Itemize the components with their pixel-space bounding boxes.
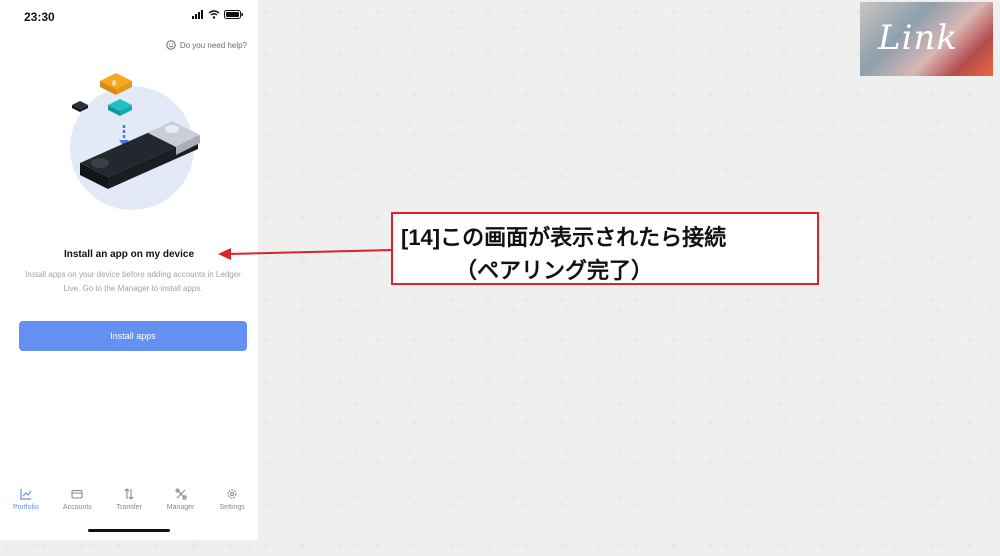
annotation-line-2: （ペアリング完了） bbox=[455, 258, 654, 283]
empty-state-title: Install an app on my device bbox=[63, 249, 195, 260]
tab-accounts[interactable]: Accounts bbox=[52, 488, 104, 522]
wallet-icon bbox=[71, 489, 83, 499]
help-link[interactable]: Do you need help? bbox=[166, 40, 247, 50]
face-support-icon bbox=[166, 40, 176, 50]
wifi-icon bbox=[208, 10, 220, 19]
annotation-line-1: [14]この画面が表示されたら接続 bbox=[401, 225, 727, 250]
battery-icon bbox=[224, 10, 243, 19]
arrows-transfer-icon bbox=[124, 488, 134, 500]
status-icons bbox=[192, 10, 244, 19]
tab-label: Portfolio bbox=[12, 504, 39, 511]
help-label: Do you need help? bbox=[179, 40, 247, 50]
status-bar: 23:30 bbox=[0, 0, 258, 30]
home-indicator bbox=[88, 529, 170, 532]
tab-label: Settings bbox=[219, 504, 245, 511]
tab-portfolio[interactable]: Portfolio bbox=[0, 488, 52, 522]
annotation-callout: [14]この画面が表示されたら接続 （ペアリング完了） bbox=[391, 212, 819, 285]
tab-settings[interactable]: Settings bbox=[206, 488, 258, 522]
empty-state-description: Install apps on your device before addin… bbox=[25, 270, 241, 293]
tab-label: Transfer bbox=[116, 504, 142, 511]
gear-icon bbox=[227, 489, 237, 499]
tab-label: Manager bbox=[166, 504, 195, 511]
tab-manager[interactable]: Manager bbox=[155, 488, 207, 522]
signal-icon bbox=[192, 10, 203, 19]
tab-label: Accounts bbox=[62, 504, 92, 511]
device-illustration: ฿ bbox=[70, 73, 200, 210]
status-time: 23:30 bbox=[24, 10, 55, 24]
phone-screen: 23:30 Do you need help? ฿ Install an app… bbox=[0, 0, 258, 540]
logo-text: Link bbox=[878, 18, 958, 58]
link-logo: Link bbox=[860, 2, 993, 76]
install-apps-button[interactable]: Install apps bbox=[19, 321, 247, 351]
bottom-tab-bar: Portfolio Accounts Transfer Manager Sett… bbox=[0, 488, 258, 522]
chart-line-icon bbox=[20, 489, 32, 500]
svg-text:฿: ฿ bbox=[112, 79, 116, 87]
tools-icon bbox=[175, 488, 187, 500]
tab-transfer[interactable]: Transfer bbox=[103, 488, 155, 522]
